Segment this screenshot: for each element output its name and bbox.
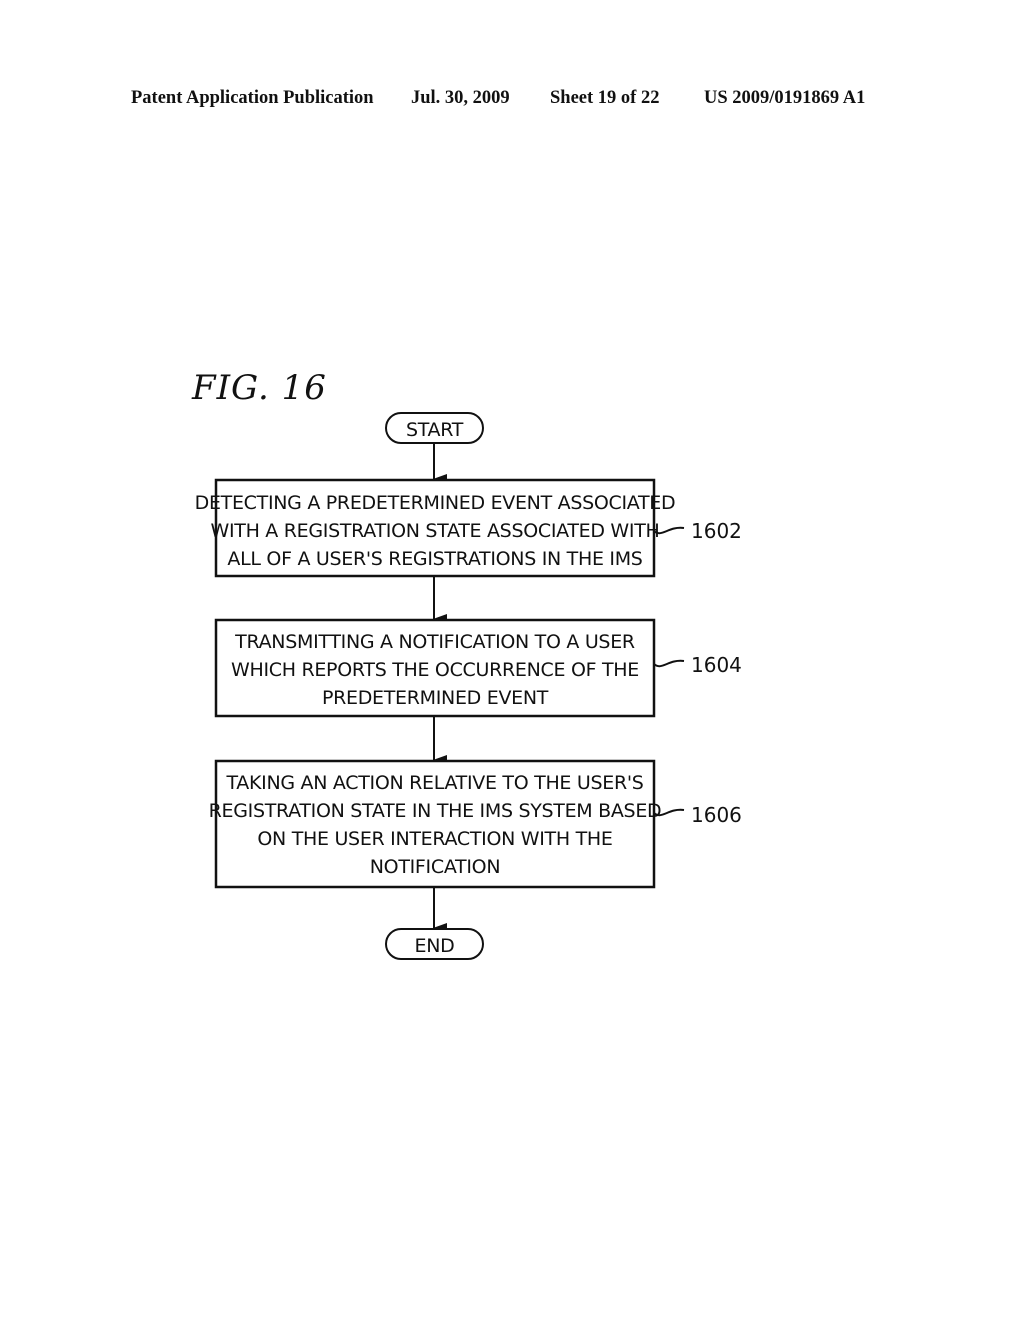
- reference-numeral: 1606: [691, 803, 742, 827]
- step-text-line: TAKING AN ACTION RELATIVE TO THE USER'S: [225, 772, 643, 794]
- step-text-line: DETECTING A PREDETERMINED EVENT ASSOCIAT…: [195, 492, 676, 514]
- step-text-line: ON THE USER INTERACTION WITH THE: [257, 828, 612, 850]
- step-text-line: WHICH REPORTS THE OCCURRENCE OF THE: [231, 659, 639, 681]
- step-text-line: PREDETERMINED EVENT: [322, 687, 549, 709]
- step-1606: TAKING AN ACTION RELATIVE TO THE USER'S …: [209, 759, 742, 889]
- reference-numeral: 1602: [691, 519, 742, 543]
- step-1604: TRANSMITTING A NOTIFICATION TO A USER WH…: [214, 618, 742, 718]
- step-1602: DETECTING A PREDETERMINED EVENT ASSOCIAT…: [195, 478, 742, 578]
- reference-numeral: 1604: [691, 653, 742, 677]
- start-label: START: [406, 419, 464, 441]
- flowchart: START DETECTING A PREDETERMINED EVENT AS…: [195, 412, 742, 960]
- leader-line: [653, 659, 685, 668]
- step-text-line: REGISTRATION STATE IN THE IMS SYSTEM BAS…: [209, 800, 662, 822]
- start-terminal: START: [385, 412, 484, 444]
- step-text-line: TRANSMITTING A NOTIFICATION TO A USER: [234, 631, 635, 653]
- end-terminal: END: [385, 928, 484, 960]
- end-label: END: [415, 935, 455, 957]
- step-text-line: NOTIFICATION: [370, 856, 500, 878]
- step-text-line: ALL OF A USER'S REGISTRATIONS IN THE IMS: [227, 548, 642, 570]
- step-text-line: WITH A REGISTRATION STATE ASSOCIATED WIT…: [210, 520, 659, 542]
